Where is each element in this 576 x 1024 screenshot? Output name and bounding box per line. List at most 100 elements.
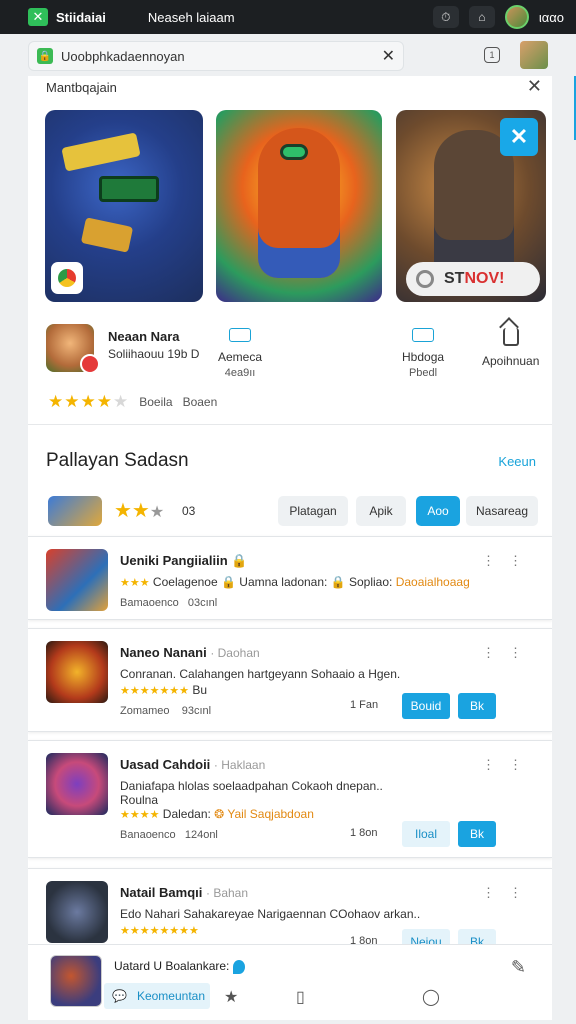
close-badge-icon[interactable]: ✕ [500, 118, 538, 156]
screen-icon [229, 328, 252, 342]
app-name: Stiidaiai [56, 9, 106, 25]
rating-text-b: Boaen [182, 395, 218, 409]
rating-stars: ★★★★★ [48, 392, 130, 411]
bottom-bar: Uatard U Boalankare: 💬 Keomeuntan ★ ▯ ◯ ✎ [28, 944, 552, 1020]
chip-aoo[interactable]: Aoo [416, 496, 460, 526]
truck-art [80, 217, 134, 253]
meta-column-1: Aemeca 4ea9ıı [218, 328, 262, 379]
location-pin-icon [233, 959, 246, 974]
status-bar: ✕ Stiidaiai Neaseh laiaam ⏱ ⌂ ιααο [0, 0, 576, 34]
list-item[interactable]: Natail Bamqıi · Bahan Edo Nahari Sahakar… [28, 868, 552, 944]
store-page: Mantbqajain ✕ ✕ STNOV! Neaan Nara Soliih… [28, 76, 552, 944]
edit-icon[interactable]: ✎ [511, 957, 526, 978]
rating-text-a: Boeila [139, 395, 173, 409]
close-icon[interactable]: ✕ [527, 76, 542, 97]
filter-thumbnail[interactable] [48, 496, 102, 526]
home-outline-icon [502, 328, 519, 346]
app-title[interactable]: Naneo Nanani · Daohan [120, 645, 260, 660]
more-options-icon[interactable]: ⋮⋮ [482, 645, 536, 661]
install-button[interactable]: Neiou [402, 929, 450, 944]
app-description: Daniafapa hlolas soelaadpahan Cokaoh dne… [120, 779, 383, 793]
app-logo-icon: ✕ [28, 8, 48, 26]
library-nav-icon[interactable]: ▯ [296, 987, 305, 1007]
address-bar[interactable]: 🔒 Uoobphkadaennoyan ✕ [28, 41, 404, 71]
divider [28, 424, 552, 425]
chip-nasareag[interactable]: Nasareag [466, 496, 538, 526]
developer-sub: Soliihaouu 19b D [108, 347, 200, 361]
filter-stars[interactable]: ★★★ [114, 498, 164, 523]
more-options-icon[interactable]: ⋮⋮ [482, 757, 536, 773]
tab-count-icon[interactable]: 1 [484, 47, 500, 63]
app-rating: ★★★★★★★ Bu [120, 683, 208, 697]
store-now-button[interactable]: STNOV! [406, 262, 540, 296]
meta-label-3: Apoihnuan [482, 354, 540, 368]
filter-row: ★★★ 03 Platagan Apik Aoo Nasareag [48, 496, 538, 526]
address-bar-row: 🔒 Uoobphkadaennoyan ✕ 1 [28, 40, 548, 72]
meta-label-1: Aemeca [218, 350, 263, 364]
app-thumbnail[interactable] [46, 753, 108, 815]
app-publisher: Roulna [120, 793, 159, 807]
install-button[interactable]: Iloal [402, 821, 450, 847]
section-title: Pallayan Sadasn [46, 450, 189, 471]
list-item[interactable]: Ueniki Pangiialiin 🔒 ★★★ Coelagenoe 🔒 Ua… [28, 536, 552, 620]
app-rating: ★★★★ Daledan: ❂ Yail Saqjabdoan [120, 807, 314, 821]
star-nav-icon[interactable]: ★ [224, 987, 238, 1007]
developer-name[interactable]: Neaan Nara [108, 329, 180, 344]
profile-avatar[interactable] [520, 41, 548, 69]
featured-game-1[interactable] [45, 110, 203, 302]
verified-badge-icon [80, 354, 100, 374]
developer-avatar[interactable] [46, 324, 100, 374]
open-button[interactable]: Bk [458, 821, 496, 847]
see-all-link[interactable]: Keeun [498, 454, 536, 469]
list-item[interactable]: Naneo Nanani · Daohan Conranan. Calahang… [28, 628, 552, 732]
list-item[interactable]: Uasad Cahdoii · Haklaan Daniafapa hlolas… [28, 740, 552, 858]
store-now-label: ST [444, 270, 465, 287]
app-meta-line: ★★★ Coelagenoe 🔒 Uamna ladonan: 🔒 Soplia… [120, 575, 470, 589]
bottom-action-button[interactable]: 💬 Keomeuntan [104, 983, 210, 1009]
now-playing-text: Uatard U Boalankare: [114, 959, 246, 974]
status-time: ιααο [538, 9, 564, 25]
chat-icon: 💬 [112, 989, 127, 1003]
rating-row: ★★★★★ Boeila Boaen [48, 392, 217, 412]
app-footer: Bamaoenco 03cınl [120, 597, 218, 609]
more-options-icon[interactable]: ⋮⋮ [482, 885, 536, 901]
url-text[interactable]: Uoobphkadaennoyan [61, 49, 185, 64]
app-footer: Banaoenco 124onl [120, 829, 218, 841]
featured-game-3[interactable]: ✕ STNOV! [396, 110, 546, 302]
open-button[interactable]: Bk [458, 929, 496, 944]
app-thumbnail[interactable] [46, 881, 108, 943]
chip-platagan[interactable]: Platagan [278, 496, 348, 526]
app-title[interactable]: Ueniki Pangiialiin 🔒 [120, 553, 247, 569]
play-circle-icon [416, 270, 434, 288]
app-description: Edo Nahari Sahakareyae Narigaennan COoha… [120, 907, 421, 921]
profile-nav-icon[interactable]: ◯ [422, 987, 440, 1007]
chip-apik[interactable]: Apik [356, 496, 406, 526]
play-store-badge-icon [51, 262, 83, 294]
meta-column-2: Hbdoga Pbedl [402, 328, 444, 379]
install-button[interactable]: Bouid [402, 693, 450, 719]
car-art [99, 176, 159, 202]
app-title[interactable]: Uasad Cahdoii · Haklaan [120, 757, 265, 772]
section-label: Mantbqajain [46, 80, 117, 95]
more-options-icon[interactable]: ⋮⋮ [482, 553, 536, 569]
timer-icon[interactable]: ⏱ [432, 6, 459, 28]
featured-game-2[interactable] [216, 110, 382, 302]
home-icon[interactable]: ⌂ [468, 6, 495, 28]
app-description: Conranan. Calahangen hartgeyann Sohaaio … [120, 667, 401, 681]
app-thumbnail[interactable] [46, 641, 108, 703]
clear-url-icon[interactable]: ✕ [382, 46, 395, 66]
meta-column-3[interactable]: Apoihnuan [482, 328, 539, 368]
now-playing-thumbnail[interactable] [50, 955, 102, 1007]
user-avatar[interactable] [504, 5, 529, 29]
app-size: 1 Fan [350, 699, 379, 711]
ship-art [61, 132, 141, 172]
filter-count: 03 [182, 504, 196, 518]
goggles-art [280, 144, 308, 160]
bottom-action-label: Keomeuntan [136, 989, 206, 1003]
app-size: 1 8on [350, 827, 378, 839]
app-title[interactable]: Natail Bamqıi · Bahan [120, 885, 248, 900]
app-rating: ★★★★★★★★ [120, 925, 199, 937]
open-button[interactable]: Bk [458, 693, 496, 719]
app-thumbnail[interactable] [46, 549, 108, 611]
app-footer: Zomameo 93cınl [120, 705, 212, 717]
